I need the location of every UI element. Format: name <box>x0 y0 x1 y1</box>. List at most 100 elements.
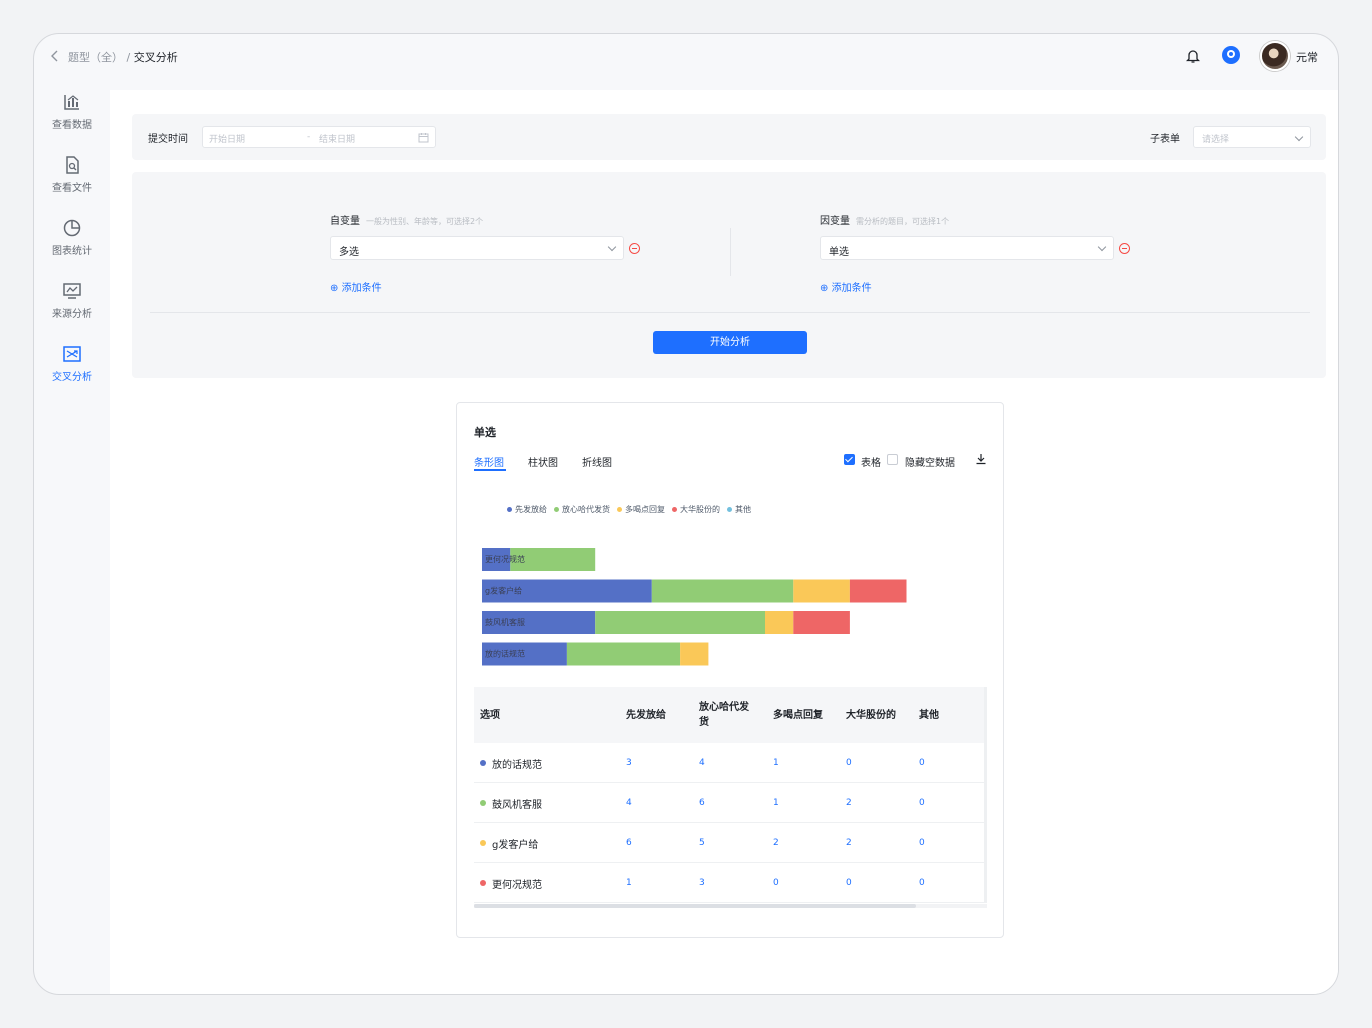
option-color-dot <box>480 880 486 886</box>
sidebar-item-view-data[interactable]: 查看数据 <box>34 92 110 131</box>
bar-chart-icon <box>64 95 79 110</box>
sidebar-item-source-analysis[interactable]: 来源分析 <box>34 281 110 320</box>
count-link[interactable]: 1 <box>626 863 632 903</box>
tab-line-chart[interactable]: 折线图 <box>582 454 612 469</box>
bar-segment[interactable] <box>482 548 511 571</box>
sidebar-item-label: 交叉分析 <box>52 372 92 383</box>
table-body: 放的话规范 3 4 1 0 0 鼓风机客服 4 6 1 2 0 g发客户给 6 5 2 2 0 更何况规范 1 3 0 0 0 <box>474 743 987 903</box>
count-link[interactable]: 5 <box>699 823 705 863</box>
remove-condition-icon[interactable] <box>629 243 640 254</box>
count-link[interactable]: 0 <box>919 823 925 863</box>
table-header-cell: 选项 <box>480 709 500 721</box>
sidebar-item-label: 查看数据 <box>52 120 92 131</box>
dependent-var-value: 单选 <box>829 247 849 258</box>
divider <box>730 228 731 276</box>
table-checkbox-label: 表格 <box>861 458 881 469</box>
help-center-icon[interactable] <box>1222 46 1240 64</box>
legend-item[interactable]: 大华股份的 <box>672 504 720 515</box>
legend-item[interactable]: 其他 <box>727 504 751 515</box>
chart-legend: 先发放给 放心哈代发货 多喝点回复 大华股份的 其他 <box>507 504 751 515</box>
chevron-down-icon <box>1097 242 1107 252</box>
option-label: 放的话规范 <box>492 759 542 771</box>
chevron-down-icon <box>607 242 617 252</box>
option-cell: 放的话规范 <box>480 743 542 783</box>
option-cell: 鼓风机客服 <box>480 783 542 823</box>
bar-segment[interactable] <box>849 579 907 603</box>
bar-segment[interactable] <box>482 611 596 634</box>
remove-condition-icon[interactable] <box>1119 243 1130 254</box>
count-link[interactable]: 6 <box>699 783 705 823</box>
bar-segment[interactable] <box>680 642 709 666</box>
bar-segment[interactable] <box>651 579 794 603</box>
legend-item[interactable]: 多喝点回复 <box>617 504 665 515</box>
count-link[interactable]: 0 <box>846 743 852 783</box>
subform-label: 子表单 <box>1150 134 1180 145</box>
bar-segment[interactable] <box>765 611 794 634</box>
option-label: 更何况规范 <box>492 879 542 891</box>
add-condition-button[interactable]: ⊕ 添加条件 <box>820 279 872 294</box>
result-card: 单选 条形图 柱状图 折线图 表格 隐藏空数据 先发放给 放心哈代发货 多喝点回复大… <box>456 402 1004 938</box>
table-header-cell: 放心哈代发货 <box>699 702 749 728</box>
bar-segment[interactable] <box>482 642 567 666</box>
hide-empty-checkbox[interactable] <box>887 454 898 465</box>
file-search-icon <box>66 156 79 174</box>
bar-segment[interactable] <box>793 579 850 603</box>
pie-chart-icon <box>63 219 81 237</box>
count-link[interactable]: 2 <box>846 823 852 863</box>
count-link[interactable]: 0 <box>773 863 779 903</box>
count-link[interactable]: 4 <box>626 783 632 823</box>
bar-segment[interactable] <box>793 611 850 634</box>
vertical-scrollbar[interactable] <box>984 687 987 903</box>
top-bar: 题型（全） / 交叉分析 元常 <box>34 34 1338 90</box>
count-link[interactable]: 3 <box>626 743 632 783</box>
tab-column-chart[interactable]: 柱状图 <box>528 454 558 469</box>
breadcrumb-parent[interactable]: 题型（全） <box>68 51 123 64</box>
dependent-var-select[interactable]: 单选 <box>820 236 1114 260</box>
breadcrumb-current: 交叉分析 <box>133 51 178 64</box>
bar-segment[interactable] <box>510 548 596 571</box>
data-table: 选项 先发放给 放心哈代发货 多喝点回复 大华股份的 其他 放的话规范 3 4 1 0 0… <box>474 687 987 903</box>
subform-select[interactable]: 请选择 <box>1193 126 1311 148</box>
tab-bar-chart[interactable]: 条形图 <box>474 454 504 469</box>
count-link[interactable]: 1 <box>773 783 779 823</box>
count-link[interactable]: 4 <box>699 743 705 783</box>
bell-icon[interactable] <box>1186 48 1200 64</box>
horizontal-scrollbar[interactable] <box>474 904 987 908</box>
start-date-input[interactable]: 开始日期 <box>209 132 245 145</box>
count-link[interactable]: 0 <box>919 783 925 823</box>
option-cell: g发客户给 <box>480 823 538 863</box>
add-condition-button[interactable]: ⊕ 添加条件 <box>330 279 382 294</box>
count-link[interactable]: 2 <box>773 823 779 863</box>
sidebar-item-cross-analysis[interactable]: 交叉分析 <box>34 344 110 383</box>
count-link[interactable]: 0 <box>919 863 925 903</box>
avatar[interactable] <box>1260 41 1290 71</box>
start-analysis-button[interactable]: 开始分析 <box>653 331 807 354</box>
count-link[interactable]: 0 <box>846 863 852 903</box>
count-link[interactable]: 6 <box>626 823 632 863</box>
sidebar-item-label: 图表统计 <box>52 246 92 257</box>
cross-analysis-icon <box>63 346 81 362</box>
independent-var-select[interactable]: 多选 <box>330 236 624 260</box>
date-range-picker[interactable]: 开始日期 - 结束日期 <box>202 126 436 148</box>
back-arrow-icon[interactable] <box>48 49 62 63</box>
table-row: 更何况规范 1 3 0 0 0 <box>474 863 987 903</box>
breadcrumb-separator: / <box>126 51 131 64</box>
calendar-icon <box>418 133 429 143</box>
scrollbar-thumb[interactable] <box>474 904 916 908</box>
legend-item[interactable]: 先发放给 <box>507 504 547 515</box>
bar-segment[interactable] <box>595 611 765 634</box>
sidebar-item-chart-stats[interactable]: 图表统计 <box>34 218 110 257</box>
bar-segment[interactable] <box>482 579 652 603</box>
table-checkbox[interactable] <box>844 454 855 465</box>
count-link[interactable]: 1 <box>773 743 779 783</box>
legend-item[interactable]: 放心哈代发货 <box>554 504 610 515</box>
count-link[interactable]: 3 <box>699 863 705 903</box>
count-link[interactable]: 0 <box>919 743 925 783</box>
table-row: g发客户给 6 5 2 2 0 <box>474 823 987 863</box>
download-icon[interactable] <box>975 453 987 465</box>
bar-segment[interactable] <box>566 642 681 666</box>
sidebar-item-view-files[interactable]: 查看文件 <box>34 155 110 194</box>
end-date-input[interactable]: 结束日期 <box>319 132 355 145</box>
user-name[interactable]: 元常 <box>1296 49 1318 65</box>
count-link[interactable]: 2 <box>846 783 852 823</box>
